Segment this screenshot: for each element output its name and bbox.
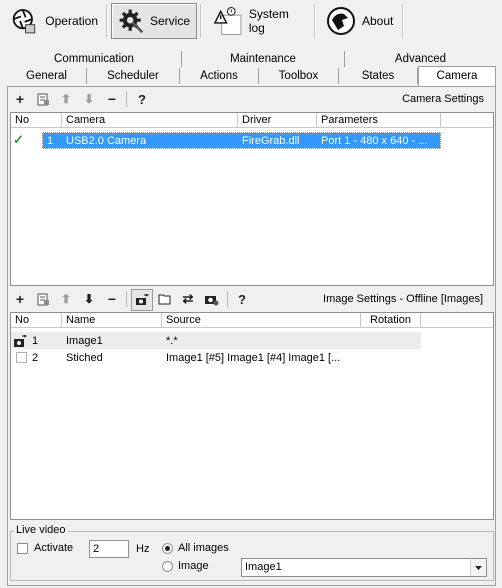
tab-camera[interactable]: Camera: [418, 66, 496, 86]
table-row[interactable]: 1 Image1 *.*: [11, 332, 421, 349]
system-log-label: System log: [248, 7, 289, 35]
remove-icon[interactable]: −: [104, 291, 120, 307]
folder-icon[interactable]: [157, 291, 173, 307]
camera-settings-title: Camera Settings: [402, 93, 484, 105]
camera-settings-icon[interactable]: [203, 291, 219, 307]
help-icon[interactable]: ?: [234, 291, 250, 307]
tab-general[interactable]: General: [7, 68, 87, 84]
tab-communication[interactable]: Communication: [7, 51, 182, 67]
col-header-no[interactable]: No: [11, 113, 62, 128]
image-select-value: Image1: [245, 561, 282, 573]
check-icon: ✓: [13, 132, 24, 147]
camera-source-icon[interactable]: [131, 289, 153, 311]
camera-row-parameters: Port 1 - 480 x 640 - ...: [321, 135, 428, 147]
about-button[interactable]: About: [320, 3, 400, 39]
refresh-icon[interactable]: ⇄: [180, 291, 196, 307]
tab-advanced[interactable]: Advanced: [345, 51, 496, 67]
image-settings-title: Image Settings - Offline [Images]: [323, 293, 483, 305]
col-header-rotation[interactable]: Rotation: [361, 313, 421, 328]
camera-table: No Camera Driver Parameters ✓ 1 USB2.0 C…: [10, 112, 494, 286]
system-log-button[interactable]: System log: [206, 3, 312, 39]
operation-label: Operation: [45, 14, 98, 28]
hz-input[interactable]: 2: [89, 540, 129, 558]
image-row-name: Image1: [66, 335, 103, 347]
image-row-source: Image1 [#5] Image1 [#4] Image1 [...: [166, 352, 341, 364]
activate-checkbox[interactable]: [17, 543, 28, 554]
service-button[interactable]: Service: [111, 3, 197, 39]
tab-states[interactable]: States: [339, 68, 418, 84]
tab-actions[interactable]: Actions: [180, 68, 259, 84]
move-up-icon[interactable]: ⬆: [58, 91, 74, 107]
image-row-no: 2: [32, 352, 39, 364]
about-label: About: [362, 14, 394, 28]
col-header-no[interactable]: No: [11, 313, 62, 328]
tab-maintenance[interactable]: Maintenance: [182, 51, 345, 67]
service-label: Service: [149, 14, 190, 28]
move-down-icon[interactable]: ⬇: [81, 291, 97, 307]
add-icon[interactable]: +: [12, 291, 28, 307]
image-label: Image: [178, 560, 209, 572]
log-warning-icon: [213, 7, 242, 35]
image-radio[interactable]: [162, 561, 173, 572]
remove-icon[interactable]: −: [104, 91, 120, 107]
table-row[interactable]: 2 Stiched Image1 [#5] Image1 [#4] Image1…: [11, 349, 421, 366]
col-header-camera[interactable]: Camera: [62, 113, 238, 128]
col-header-name[interactable]: Name: [62, 313, 162, 328]
tab-scheduler[interactable]: Scheduler: [87, 68, 180, 84]
move-up-icon[interactable]: ⬆: [58, 291, 74, 307]
activate-label: Activate: [34, 542, 74, 554]
tab-toolbox[interactable]: Toolbox: [259, 68, 339, 84]
help-icon[interactable]: ?: [134, 91, 150, 107]
image-select[interactable]: Image1: [241, 558, 487, 577]
camera-row-no: 1: [47, 135, 54, 147]
about-icon: [327, 7, 355, 35]
col-header-source[interactable]: Source: [162, 313, 361, 328]
live-video-legend: Live video: [14, 524, 68, 536]
all-images-label: All images: [178, 542, 229, 554]
operation-button[interactable]: Operation: [4, 3, 104, 39]
main-toolbar: Operation Service System log About: [0, 0, 502, 44]
col-header-parameters[interactable]: Parameters: [317, 113, 441, 128]
camera-row-name: USB2.0 Camera: [66, 135, 147, 147]
image-row-name: Stiched: [66, 352, 103, 364]
image-table: No Name Source Rotation 1 Image1 *.* 2 S…: [10, 312, 494, 520]
col-header-filler: [421, 313, 493, 328]
col-header-filler: [441, 113, 493, 128]
gear-wrench-icon: [119, 9, 144, 34]
row-checkbox[interactable]: [16, 352, 27, 363]
all-images-radio[interactable]: [162, 543, 173, 554]
move-down-icon[interactable]: ⬇: [81, 91, 97, 107]
operation-icon: [12, 9, 36, 34]
camera-row-driver: FireGrab.dll: [242, 135, 300, 147]
add-icon[interactable]: +: [12, 91, 28, 107]
properties-icon[interactable]: [35, 291, 51, 307]
col-header-driver[interactable]: Driver: [238, 113, 317, 128]
image-row-no: 1: [32, 335, 39, 347]
hz-label: Hz: [136, 543, 150, 555]
chevron-down-icon[interactable]: [470, 559, 486, 576]
image-row-source: *.*: [166, 335, 178, 347]
properties-icon[interactable]: [35, 91, 51, 107]
